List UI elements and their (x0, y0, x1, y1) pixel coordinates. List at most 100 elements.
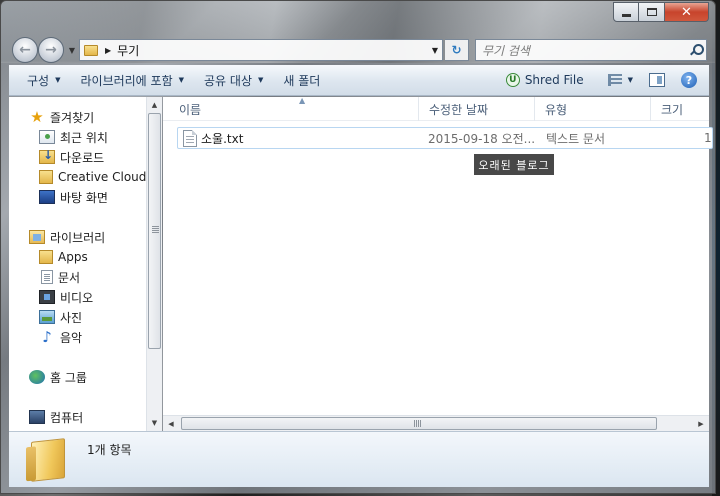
breadcrumb-separator-icon[interactable]: ▶ (105, 46, 111, 55)
share-with-label: 공유 대상 (204, 73, 252, 88)
address-bar[interactable]: ▶ 무기 ▼ (79, 39, 443, 61)
nav-item-videos[interactable]: 비디오 (39, 287, 93, 307)
organize-label: 구성 (27, 73, 50, 88)
scroll-grip-icon (152, 226, 159, 233)
shred-icon: U (505, 73, 520, 87)
back-button[interactable]: ← (12, 37, 38, 63)
search-placeholder: 무기 검색 (482, 43, 530, 58)
change-view-icon[interactable] (607, 74, 622, 86)
include-in-library-button[interactable]: 라이브러리에 포함 ▼ (70, 69, 194, 91)
nav-label: 컴퓨터 (50, 410, 84, 425)
column-header-date-modified[interactable]: 수정한 날짜 (419, 97, 535, 121)
search-input[interactable]: 무기 검색 (475, 39, 707, 61)
column-label: 이름 (179, 102, 202, 117)
minimize-button[interactable] (613, 2, 639, 22)
computer-icon (29, 410, 45, 424)
nav-item-computer[interactable]: 컴퓨터 (29, 407, 83, 427)
refresh-button[interactable]: ↻ (445, 39, 469, 61)
refresh-icon: ↻ (451, 43, 462, 57)
minimize-icon (621, 13, 631, 17)
nav-label: 비디오 (60, 290, 94, 305)
nav-item-documents[interactable]: 문서 (39, 267, 80, 287)
file-list-pane: ▲ 이름 수정한 날짜 유형 크기 소울.txt 2015-09-18 오전..… (163, 96, 713, 431)
nav-label: 음악 (60, 330, 83, 345)
blog-watermark: 오래된 블로그 (474, 154, 554, 175)
chevron-down-icon: ▼ (178, 76, 185, 84)
column-label: 수정한 날짜 (429, 102, 489, 117)
file-row[interactable]: 소울.txt 2015-09-18 오전... 텍스트 문서 1 (177, 127, 713, 149)
column-header-type[interactable]: 유형 (535, 97, 651, 121)
nav-label: 최근 위치 (60, 130, 108, 145)
file-type: 텍스트 문서 (546, 131, 606, 146)
preview-pane-icon[interactable] (649, 73, 665, 87)
address-dropdown-icon[interactable]: ▼ (428, 46, 442, 55)
file-list-horizontal-scrollbar[interactable]: ◀ ▶ (163, 415, 709, 431)
nav-item-creative-cloud[interactable]: Creative Cloud F (39, 167, 157, 187)
video-icon (39, 290, 55, 304)
nav-item-favorites[interactable]: ★ 즐겨찾기 (29, 107, 94, 127)
nav-item-homegroup[interactable]: 홈 그룹 (29, 367, 87, 387)
arrow-right-icon: → (45, 42, 57, 58)
organize-button[interactable]: 구성 ▼ (17, 69, 70, 91)
details-pane: 1개 항목 (9, 431, 709, 487)
help-icon[interactable]: ? (681, 72, 697, 88)
column-header-size[interactable]: 크기 (651, 97, 711, 121)
sort-ascending-icon: ▲ (299, 96, 306, 105)
scroll-down-icon[interactable]: ▼ (147, 415, 162, 431)
explorer-window: ✕ ← → ▼ ▶ 무기 ▼ ↻ 무기 검색 구성 ▼ 라이브러리에 포함 ▼ … (0, 0, 716, 494)
chevron-down-icon: ▼ (55, 76, 61, 84)
column-label: 크기 (661, 102, 684, 117)
column-label: 유형 (545, 102, 568, 117)
arrow-left-icon: ← (19, 42, 31, 58)
nav-item-apps[interactable]: Apps (39, 247, 88, 267)
scroll-grip-icon (414, 420, 422, 427)
file-date-modified: 2015-09-18 오전... (428, 131, 536, 146)
nav-label: 라이브러리 (50, 230, 106, 245)
downloads-folder-icon (39, 148, 55, 164)
nav-item-pictures[interactable]: 사진 (39, 307, 82, 327)
folder-icon (39, 170, 53, 184)
close-button[interactable]: ✕ (665, 2, 709, 22)
nav-label: 문서 (58, 270, 81, 285)
nav-label: Apps (58, 250, 88, 264)
share-with-button[interactable]: 공유 대상 ▼ (194, 69, 273, 91)
maximize-button[interactable] (639, 2, 665, 22)
column-header-row: ▲ 이름 수정한 날짜 유형 크기 (163, 96, 711, 121)
nav-item-recent-places[interactable]: 최근 위치 (39, 127, 108, 147)
star-icon: ★ (30, 108, 44, 126)
folder-icon (84, 44, 98, 56)
breadcrumb-current-folder[interactable]: 무기 (117, 42, 139, 59)
nav-label: 홈 그룹 (50, 370, 87, 385)
nav-item-music[interactable]: ♪ 음악 (39, 327, 82, 347)
caption-buttons: ✕ (613, 2, 709, 22)
nav-label: 바탕 화면 (60, 190, 108, 205)
recent-pages-button[interactable]: ▼ (67, 43, 77, 57)
scroll-up-icon[interactable]: ▲ (147, 97, 162, 113)
recent-places-icon (39, 130, 55, 144)
column-header-name[interactable]: ▲ 이름 (169, 96, 419, 121)
file-size: 1 (704, 131, 712, 145)
nav-item-downloads[interactable]: 다운로드 (39, 147, 104, 167)
nav-scroll-thumb[interactable] (148, 113, 161, 349)
folder-icon (39, 250, 53, 264)
shred-file-label: Shred File (524, 73, 584, 87)
libraries-icon (29, 230, 45, 244)
search-icon[interactable] (690, 44, 704, 56)
forward-button[interactable]: → (38, 37, 64, 63)
desktop-icon (39, 190, 55, 204)
view-options-chevron-icon[interactable]: ▼ (628, 76, 633, 84)
nav-item-libraries[interactable]: 라이브러리 (29, 227, 105, 247)
maximize-icon (646, 8, 657, 16)
new-folder-button[interactable]: 새 폴더 (273, 69, 330, 91)
chevron-down-icon: ▼ (68, 45, 76, 55)
documents-icon (41, 270, 53, 284)
shred-file-button[interactable]: U Shred File (496, 69, 594, 91)
nav-pane-scrollbar[interactable]: ▲ ▼ (146, 97, 162, 431)
scroll-right-icon[interactable]: ▶ (693, 416, 709, 431)
horizontal-scroll-thumb[interactable] (181, 417, 657, 430)
close-icon: ✕ (681, 4, 692, 20)
scroll-left-icon[interactable]: ◀ (163, 416, 179, 431)
folder-large-icon (31, 438, 65, 482)
nav-item-desktop[interactable]: 바탕 화면 (39, 187, 108, 207)
chevron-down-icon: ▼ (258, 76, 264, 84)
